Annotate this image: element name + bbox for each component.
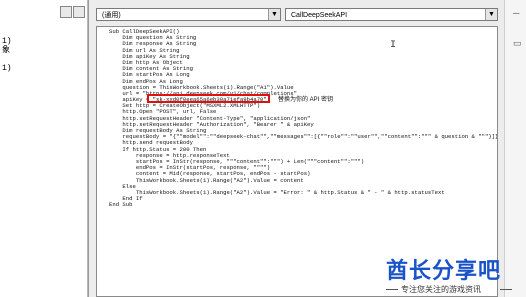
chevron-down-icon[interactable]: ▼ [485, 9, 497, 20]
watermark-divider [500, 289, 512, 290]
text-cursor-icon: I [390, 40, 397, 51]
tree-item[interactable]: 象 [2, 46, 10, 55]
tree-item[interactable]: 1) [2, 37, 12, 46]
right-side-pane: ─ ▭ [504, 0, 526, 297]
code-line[interactable]: End Sub [109, 202, 497, 208]
api-key-annotation: 替换为你的 API 密钥 [278, 97, 334, 103]
toggle-folders-button[interactable] [73, 6, 85, 18]
tree-item[interactable]: 1) [2, 64, 12, 73]
api-key-highlight [147, 94, 270, 103]
code-lines: Sub CallDeepSeekAPI() Dim question As St… [109, 28, 497, 208]
project-explorer-pane: 1) 象 1) [0, 0, 88, 297]
procedure-combo-value: CallDeepSeekAPI [291, 12, 348, 19]
chevron-down-icon[interactable]: ▼ [268, 9, 280, 20]
object-combo[interactable]: (通用) ▼ [96, 8, 281, 21]
collapse-icon[interactable]: ─ [513, 8, 523, 18]
object-combo-value: (通用) [102, 12, 121, 19]
watermark-title: 酋长分享吧 [386, 259, 502, 284]
procedure-combo[interactable]: CallDeepSeekAPI ▼ [285, 8, 498, 21]
watermark-subtitle: 专注您关注的游戏资讯 [401, 285, 481, 294]
watermark-divider [386, 289, 398, 290]
window-icon[interactable]: ▭ [513, 38, 523, 48]
view-code-button[interactable] [60, 6, 72, 18]
code-line[interactable]: ThisWorkbook.Sheets(1).Range("A2").Value… [109, 189, 497, 196]
project-toolbar [60, 6, 85, 20]
